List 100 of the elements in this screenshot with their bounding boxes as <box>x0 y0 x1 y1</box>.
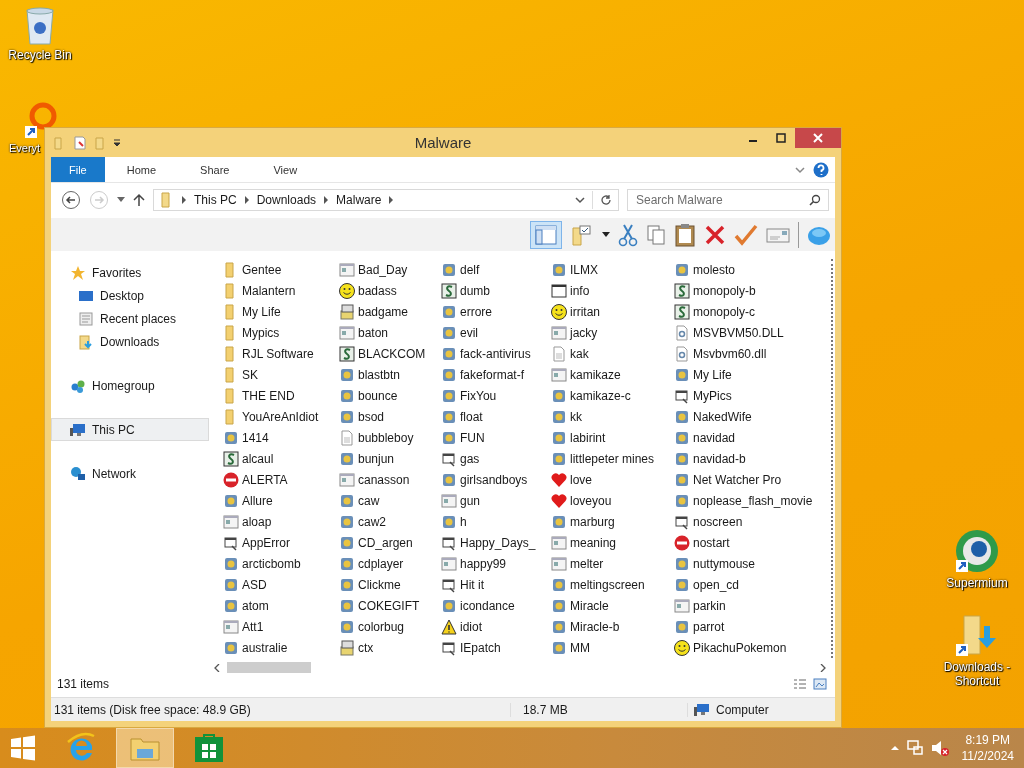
file-item[interactable]: parkin <box>674 595 824 616</box>
file-item[interactable]: THE END <box>223 385 339 406</box>
file-item[interactable]: Gentee <box>223 259 339 280</box>
file-item[interactable]: aloap <box>223 511 339 532</box>
file-item[interactable]: Msvbvm60.dll <box>674 343 824 364</box>
address-bar[interactable]: This PC Downloads Malware <box>153 189 619 211</box>
file-item[interactable]: FixYou <box>441 385 551 406</box>
file-item[interactable]: nuttymouse <box>674 553 824 574</box>
file-item[interactable]: dumb <box>441 280 551 301</box>
file-item[interactable]: girlsandboys <box>441 469 551 490</box>
file-item[interactable]: loveyou <box>551 490 674 511</box>
ribbon-tab[interactable]: Home <box>104 157 179 182</box>
chevron-down-icon[interactable] <box>795 165 805 174</box>
file-item[interactable]: caw2 <box>339 511 441 532</box>
chevron-right-icon[interactable] <box>388 196 395 204</box>
breadcrumb-item[interactable]: Malware <box>336 193 382 207</box>
file-item[interactable]: ASD <box>223 574 339 595</box>
file-item[interactable]: melter <box>551 553 674 574</box>
file-item[interactable]: monopoly-c <box>674 301 824 322</box>
scroll-left-icon[interactable] <box>213 663 221 672</box>
file-item[interactable]: bubbleboy <box>339 427 441 448</box>
file-item[interactable]: marburg <box>551 511 674 532</box>
chevron-down-icon[interactable] <box>575 196 585 204</box>
file-item[interactable]: meltingscreen <box>551 574 674 595</box>
file-item[interactable]: littlepeter mines <box>551 448 674 469</box>
file-item[interactable]: fack-antivirus <box>441 343 551 364</box>
file-item[interactable]: float <box>441 406 551 427</box>
envelope-icon[interactable] <box>766 225 790 244</box>
shopping-bag-icon[interactable] <box>194 733 224 763</box>
breadcrumb-item[interactable]: Downloads <box>256 193 317 207</box>
ribbon-tab[interactable]: File <box>51 157 105 182</box>
file-item[interactable]: YouAreAnIdiot <box>223 406 339 427</box>
file-item[interactable]: Miracle-b <box>551 616 674 637</box>
file-item[interactable]: Att1 <box>223 616 339 637</box>
file-item[interactable]: molesto <box>674 259 824 280</box>
file-item[interactable]: ALERTA <box>223 469 339 490</box>
file-item[interactable]: bounce <box>339 385 441 406</box>
speaker-muted-icon[interactable] <box>929 739 950 757</box>
magnifier-icon[interactable] <box>23 100 57 140</box>
caret-up-icon[interactable] <box>889 744 900 752</box>
file-item[interactable]: monopoly-b <box>674 280 824 301</box>
file-item[interactable]: gas <box>441 448 551 469</box>
up-arrow-icon[interactable] <box>133 193 145 207</box>
file-item[interactable]: Mypics <box>223 322 339 343</box>
file-item[interactable]: errore <box>441 301 551 322</box>
help-icon[interactable] <box>813 161 829 178</box>
globe-icon[interactable] <box>954 528 1000 574</box>
chevron-right-icon[interactable] <box>243 196 250 204</box>
file-item[interactable]: baton <box>339 322 441 343</box>
file-item[interactable]: kamikaze-c <box>551 385 674 406</box>
file-item[interactable]: Malantern <box>223 280 339 301</box>
file-item[interactable]: blastbtn <box>339 364 441 385</box>
file-item[interactable]: info <box>551 280 674 301</box>
file-item[interactable]: h <box>441 511 551 532</box>
file-item[interactable]: colorbug <box>339 616 441 637</box>
chevron-right-icon[interactable] <box>181 196 187 204</box>
file-item[interactable]: canasson <box>339 469 441 490</box>
file-item[interactable]: atom <box>223 595 339 616</box>
chevron-right-icon[interactable] <box>323 196 330 204</box>
nav-item[interactable]: This PC <box>51 418 209 441</box>
file-item[interactable]: Clickme <box>339 574 441 595</box>
file-item[interactable]: COKEGIFT <box>339 595 441 616</box>
delete-x-icon[interactable] <box>704 223 726 246</box>
file-item[interactable]: happy99 <box>441 553 551 574</box>
back-icon[interactable] <box>61 190 81 210</box>
file-item[interactable]: Miracle <box>551 595 674 616</box>
file-item[interactable]: badass <box>339 280 441 301</box>
file-item[interactable]: AppError <box>223 532 339 553</box>
file-item[interactable]: kk <box>551 406 674 427</box>
maximize-icon[interactable] <box>776 133 786 143</box>
file-item[interactable]: irritan <box>551 301 674 322</box>
file-item[interactable]: MM <box>551 637 674 658</box>
nav-item[interactable]: Homegroup <box>51 374 209 397</box>
properties-icon[interactable] <box>73 135 87 150</box>
caret-icon[interactable] <box>602 231 610 238</box>
file-item[interactable]: idiot <box>441 616 551 637</box>
close-button[interactable] <box>795 128 841 148</box>
search-icon[interactable] <box>809 194 821 206</box>
close-icon[interactable] <box>813 133 823 143</box>
breadcrumb-item[interactable]: This PC <box>194 193 237 207</box>
file-item[interactable]: icondance <box>441 595 551 616</box>
file-item[interactable]: IEpatch <box>441 637 551 658</box>
file-item[interactable]: alcaul <box>223 448 339 469</box>
file-item[interactable]: kamikaze <box>551 364 674 385</box>
file-item[interactable]: 1414 <box>223 427 339 448</box>
checkmark-icon[interactable] <box>734 223 758 246</box>
nav-item[interactable]: Downloads <box>51 330 209 353</box>
file-item[interactable]: MSVBVM50.DLL <box>674 322 824 343</box>
file-item[interactable]: Net Watcher Pro <box>674 469 824 490</box>
refresh-icon[interactable] <box>600 194 612 206</box>
file-item[interactable]: Bad_Day <box>339 259 441 280</box>
details-view-icon[interactable] <box>793 678 807 690</box>
search-field[interactable]: Search Malware <box>627 189 829 211</box>
file-item[interactable]: noscreen <box>674 511 824 532</box>
file-item[interactable]: ILMX <box>551 259 674 280</box>
file-item[interactable]: My Life <box>674 364 824 385</box>
file-item[interactable]: jacky <box>551 322 674 343</box>
file-item[interactable]: open_cd <box>674 574 824 595</box>
file-item[interactable]: caw <box>339 490 441 511</box>
file-item[interactable]: labirint <box>551 427 674 448</box>
